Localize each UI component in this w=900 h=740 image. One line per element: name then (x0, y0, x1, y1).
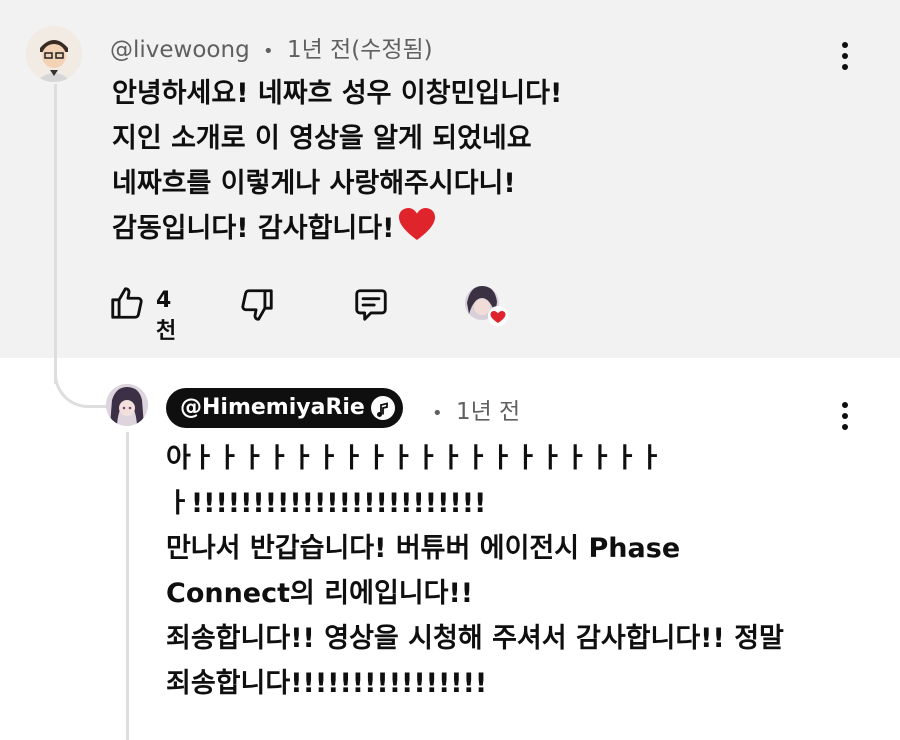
comment-time[interactable]: 1년 전 (456, 399, 520, 425)
comment-line: 네짜흐를 이렇게나 사랑해주시다니! (112, 168, 516, 199)
comment-line: 안녕하세요! 네짜흐 성우 이창민입니다! (112, 78, 563, 109)
music-note-badge-icon (370, 396, 395, 420)
comment-line: ㅏ!!!!!!!!!!!!!!!!!!!!!!!! (166, 488, 487, 519)
comment-time[interactable]: 1년 전(수정됨) (287, 37, 433, 63)
author-handle-badge[interactable]: @HimemiyaRie (166, 388, 403, 428)
thread-line (54, 84, 57, 384)
reply-body: 아ㅏㅏㅏㅏㅏㅏㅏㅏㅏㅏㅏㅏㅏㅏㅏㅏㅏㅏㅏ ㅏ!!!!!!!!!!!!!!!!!!!… (166, 436, 784, 706)
author-name: @HimemiyaRie (180, 395, 365, 420)
meta-separator: • (263, 41, 274, 62)
more-vert-icon[interactable] (832, 402, 858, 432)
heart-emoji-icon (399, 208, 436, 240)
comment-line: 지인 소개로 이 영상을 알게 되었네요 (112, 123, 532, 154)
comment-line: 죄송합니다!! 영상을 시청해 주셔서 감사합니다!! 정말 (166, 623, 784, 654)
avatar[interactable] (106, 384, 148, 426)
thread-connector (54, 352, 110, 408)
comment-meta: • 1년 전 (432, 392, 520, 426)
author-name[interactable]: @livewoong (110, 37, 250, 63)
meta-separator: • (432, 403, 443, 424)
comment-line: Connect의 리에입니다!! (166, 578, 474, 609)
comment-line: 감동입니다! 감사합니다! (112, 206, 562, 251)
comment-line: 아ㅏㅏㅏㅏㅏㅏㅏㅏㅏㅏㅏㅏㅏㅏㅏㅏㅏㅏㅏ (166, 443, 663, 474)
thumbs-down-icon[interactable] (238, 286, 276, 324)
more-vert-icon[interactable] (832, 42, 858, 72)
comment-body: 안녕하세요! 네짜흐 성우 이창민입니다! 지인 소개로 이 영상을 알게 되었네… (112, 71, 562, 251)
like-count: 4천 (156, 288, 177, 344)
thumbs-up-icon[interactable] (108, 284, 146, 322)
reply-icon[interactable] (352, 286, 390, 324)
reply-thread-line (126, 432, 129, 740)
comment-line: 만나서 반갑습니다! 버튜버 에이전시 Phase (166, 533, 681, 564)
avatar[interactable] (26, 26, 82, 82)
comment-meta: @livewoong • 1년 전(수정됨) (110, 30, 433, 64)
comment-line: 죄송합니다!!!!!!!!!!!!!!!! (166, 668, 488, 699)
creator-heart-avatar (464, 284, 510, 328)
